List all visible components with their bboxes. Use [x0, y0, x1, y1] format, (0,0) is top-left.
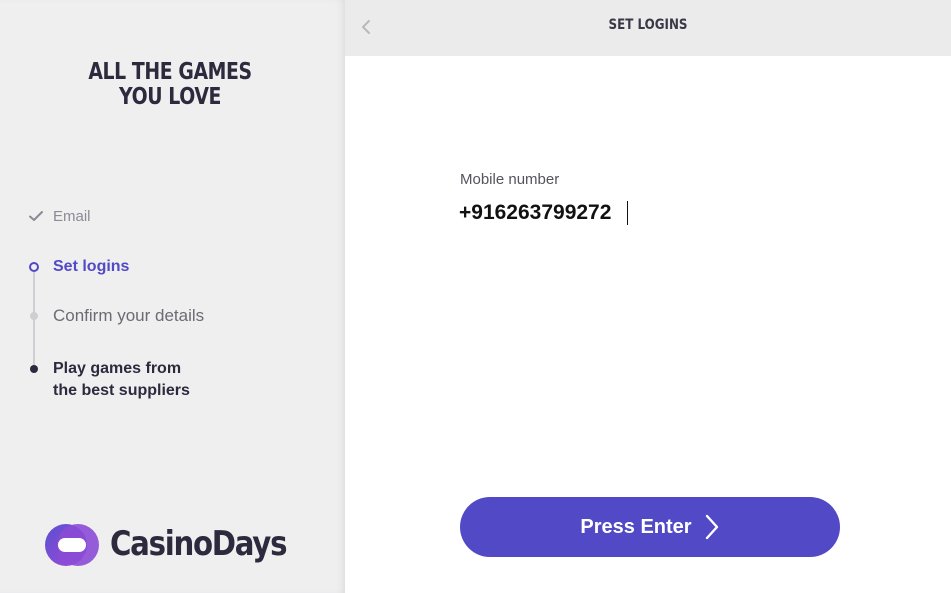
final-step-dot-icon — [30, 365, 38, 373]
form-header: SET LOGINS — [345, 0, 951, 56]
text-caret — [627, 201, 628, 225]
press-enter-label: Press Enter — [580, 515, 692, 538]
pending-step-dot-icon — [30, 312, 38, 320]
checkmark-icon — [29, 211, 43, 221]
chevron-left-icon[interactable] — [355, 15, 379, 39]
step-connector-line — [33, 272, 35, 370]
press-enter-button[interactable]: Press Enter — [460, 497, 840, 557]
mobile-number-label: Mobile number — [460, 171, 560, 188]
progress-sidebar: ALL THE GAMES YOU LOVE Email Set logins … — [0, 0, 345, 593]
step-play-games-line-1: Play games from — [53, 360, 182, 377]
step-play-games: Play games from the best suppliers — [53, 358, 253, 402]
step-confirm-details: Confirm your details — [53, 306, 205, 325]
chevron-right-icon — [705, 514, 718, 540]
step-list: Email Set logins Confirm your details Pl… — [0, 0, 345, 593]
step-email: Email — [53, 208, 91, 225]
mobile-number-input[interactable] — [459, 199, 839, 227]
page-title: SET LOGINS — [608, 17, 688, 33]
signup-screen: ALL THE GAMES YOU LOVE Email Set logins … — [0, 0, 951, 593]
active-step-ring-icon — [29, 262, 39, 272]
step-set-logins: Set logins — [53, 258, 130, 275]
step-play-games-line-2: the best suppliers — [53, 382, 190, 399]
casino-days-logo-icon — [45, 524, 99, 566]
brand-name: CasinoDays — [110, 524, 287, 564]
